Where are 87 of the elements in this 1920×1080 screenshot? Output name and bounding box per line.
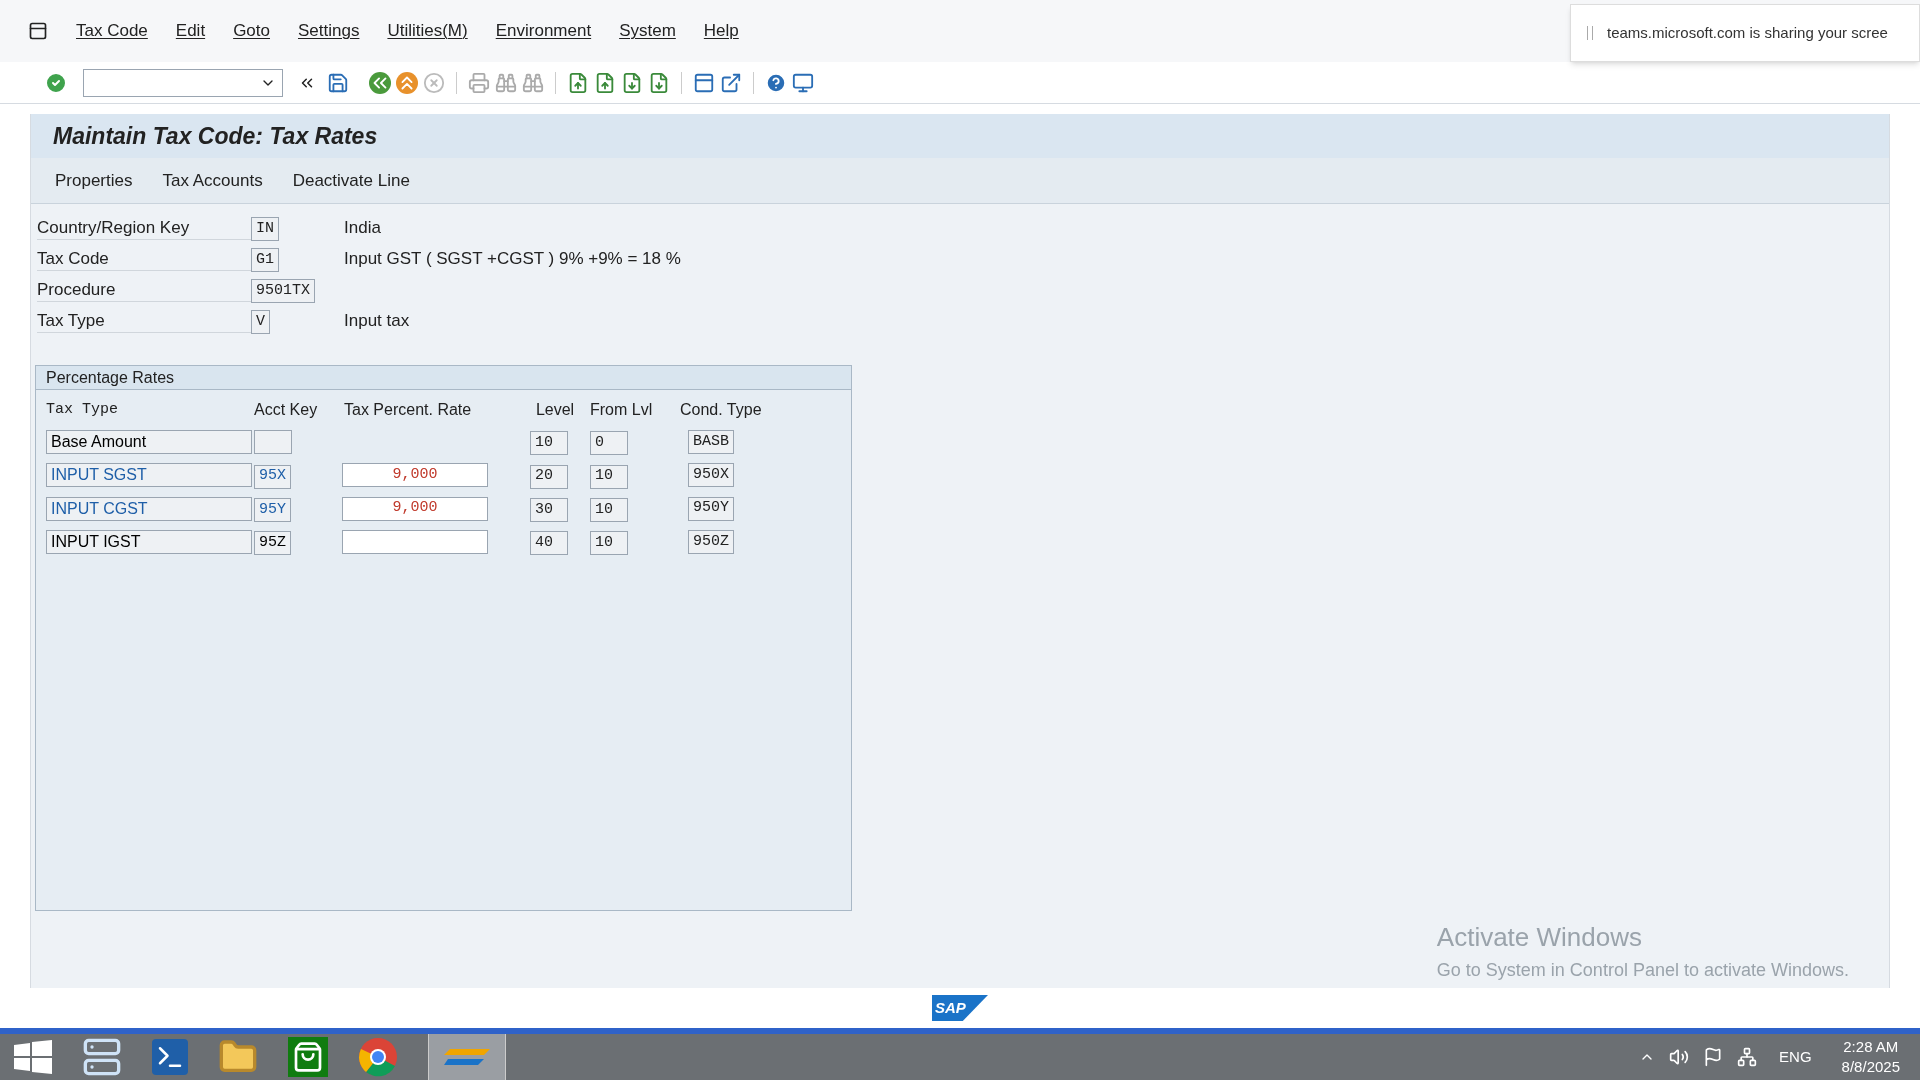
logo: SAP bbox=[932, 995, 988, 1021]
tax-type-cell[interactable]: INPUT IGST bbox=[46, 529, 252, 554]
previous-page-icon[interactable] bbox=[594, 71, 616, 94]
field-label: Tax Type bbox=[37, 309, 251, 333]
condition-type-field[interactable]: 950Z bbox=[688, 529, 734, 554]
menu-item[interactable]: Settings bbox=[298, 18, 360, 44]
save-icon[interactable] bbox=[327, 71, 349, 94]
back-icon[interactable] bbox=[369, 71, 391, 94]
store-icon[interactable] bbox=[288, 1037, 328, 1077]
field-label: Country/Region Key bbox=[37, 216, 251, 240]
first-page-icon[interactable] bbox=[567, 71, 589, 94]
account-key-field[interactable]: 95Z bbox=[254, 531, 291, 555]
last-page-icon[interactable] bbox=[648, 71, 670, 94]
field-description: Input GST ( SGST +CGST ) 9% +9% = 18 % bbox=[344, 248, 681, 271]
column-header: From Lvl bbox=[590, 400, 654, 420]
field-value[interactable]: V bbox=[251, 310, 270, 335]
server-icon[interactable] bbox=[82, 1037, 122, 1077]
help-icon[interactable] bbox=[765, 71, 787, 94]
flag-icon[interactable] bbox=[1703, 1047, 1724, 1067]
stripes-logo-icon bbox=[444, 1047, 490, 1067]
shortcut-icon[interactable] bbox=[720, 71, 742, 94]
menu-item[interactable]: Tax Code bbox=[76, 18, 148, 44]
field-value[interactable]: G1 bbox=[251, 248, 279, 273]
exit-icon[interactable] bbox=[396, 71, 418, 94]
menu-item[interactable]: Help bbox=[703, 18, 739, 44]
sap-logon-taskbar-button[interactable] bbox=[428, 1034, 506, 1080]
column-header: Cond. Type bbox=[680, 400, 763, 420]
from-level-field[interactable]: 10 bbox=[590, 464, 628, 489]
rate-input[interactable] bbox=[342, 529, 488, 554]
clock-date[interactable]: 8/8/2025 bbox=[1841, 1057, 1900, 1077]
layout-icon[interactable] bbox=[792, 71, 814, 94]
level-field[interactable]: 30 bbox=[530, 497, 568, 522]
toolbar-button[interactable]: Properties bbox=[53, 167, 135, 194]
menu-item[interactable]: System bbox=[619, 18, 676, 44]
pause-icon bbox=[1587, 26, 1593, 40]
watermark-text: Go to System in Control Panel to activate Windows. bbox=[1436, 959, 1849, 982]
from-level-field[interactable]: 10 bbox=[590, 531, 628, 555]
network-icon[interactable] bbox=[1737, 1047, 1758, 1067]
find-icon[interactable] bbox=[495, 71, 517, 94]
volume-icon[interactable] bbox=[1669, 1047, 1690, 1067]
menu-item[interactable]: Environment bbox=[495, 18, 592, 44]
column-header: Tax Type bbox=[46, 399, 119, 420]
command-field[interactable] bbox=[83, 68, 283, 97]
clock-time[interactable]: 2:28 AM bbox=[1843, 1037, 1899, 1057]
next-page-icon[interactable] bbox=[621, 71, 643, 94]
menu-item[interactable]: Edit bbox=[175, 18, 206, 44]
tax-type-cell[interactable]: Base Amount bbox=[46, 430, 252, 455]
account-key-field[interactable] bbox=[254, 430, 292, 455]
condition-type-field[interactable]: BASB bbox=[688, 430, 734, 455]
from-level-field[interactable]: 0 bbox=[590, 431, 628, 456]
column-header: Tax Percent. Rate bbox=[344, 400, 473, 420]
language-indicator[interactable]: ENG bbox=[1779, 1045, 1812, 1069]
account-key-field[interactable]: 95X bbox=[254, 464, 291, 489]
menu-item[interactable]: Utilities(M) bbox=[387, 18, 468, 44]
field-label: Procedure bbox=[37, 278, 251, 302]
field-value[interactable]: IN bbox=[251, 217, 279, 242]
from-level-field[interactable]: 10 bbox=[590, 497, 628, 522]
condition-type-field[interactable]: 950X bbox=[688, 463, 734, 488]
level-field[interactable]: 10 bbox=[530, 431, 568, 456]
panel-title: Percentage Rates bbox=[46, 367, 175, 388]
field-description: India bbox=[344, 217, 381, 240]
tax-type-cell[interactable]: INPUT CGST bbox=[46, 496, 252, 521]
tax-type-cell[interactable]: INPUT SGST bbox=[46, 463, 252, 488]
toolbar-button[interactable]: Deactivate Line bbox=[290, 167, 412, 194]
find-next-icon[interactable] bbox=[522, 71, 544, 94]
start-icon[interactable] bbox=[14, 1040, 52, 1074]
condition-type-field[interactable]: 950Y bbox=[688, 496, 734, 521]
notification-text: teams.microsoft.com is sharing your scree bbox=[1607, 22, 1888, 43]
watermark-title: Activate Windows bbox=[1436, 921, 1643, 954]
field-value[interactable]: 9501TX bbox=[251, 279, 315, 304]
rate-input[interactable]: 9,000 bbox=[342, 463, 488, 488]
terminal-icon[interactable] bbox=[152, 1039, 188, 1075]
new-session-icon[interactable] bbox=[693, 71, 715, 94]
column-header: Level bbox=[534, 400, 576, 420]
level-field[interactable]: 20 bbox=[530, 464, 568, 489]
account-key-field[interactable]: 95Y bbox=[254, 497, 291, 522]
field-label: Tax Code bbox=[37, 247, 251, 271]
browser-icon[interactable] bbox=[358, 1037, 398, 1077]
print-icon[interactable] bbox=[468, 71, 490, 94]
column-header: Acct Key bbox=[254, 400, 319, 420]
level-field[interactable]: 40 bbox=[530, 531, 568, 555]
toolbar-button[interactable]: Tax Accounts bbox=[160, 167, 265, 194]
rate-input[interactable]: 9,000 bbox=[342, 496, 488, 521]
field-description: Input tax bbox=[344, 310, 410, 333]
screen-title: Maintain Tax Code: Tax Rates bbox=[53, 121, 378, 151]
menu-item[interactable]: Goto bbox=[233, 18, 270, 44]
menu-icon[interactable] bbox=[28, 21, 48, 41]
